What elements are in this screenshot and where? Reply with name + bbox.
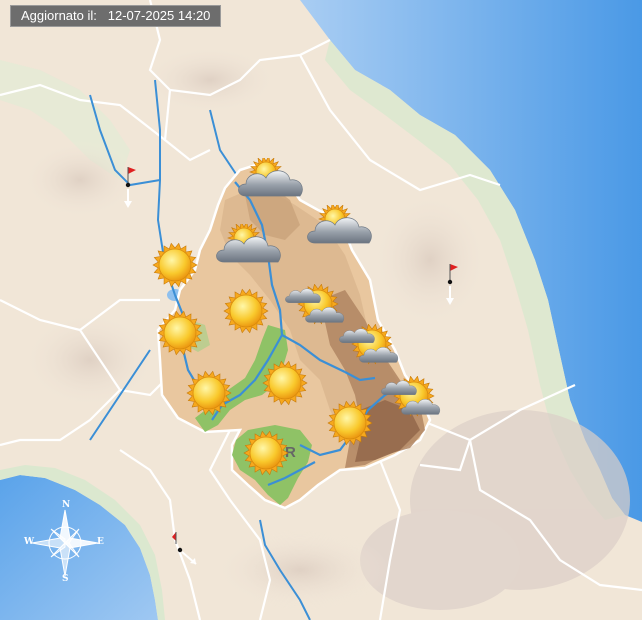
last-updated-banner: Aggiornato il: 12-07-2025 14:20 (10, 5, 222, 27)
compass-south: S (62, 574, 69, 584)
wind-marker-south (170, 530, 200, 580)
partly-cloudy-icon (338, 323, 418, 374)
partly-cloudy-icon (380, 375, 460, 426)
sun-icon (157, 310, 203, 356)
sun-icon (186, 370, 232, 416)
cloudy-icon (214, 221, 286, 272)
sun-icon (223, 288, 269, 334)
compass-icon (31, 509, 99, 577)
compass-east: E (97, 537, 104, 547)
compass-north: N (62, 500, 71, 510)
compass-west: W (24, 537, 35, 547)
wind-marker-east (438, 262, 468, 312)
wind-marker-north (116, 165, 146, 215)
cloudy-icon (236, 155, 308, 206)
last-updated-value: 12-07-2025 14:20 (107, 8, 211, 23)
sun-icon (243, 430, 289, 476)
compass-rose: N S E W (24, 500, 106, 584)
last-updated-label: Aggiornato il: (21, 8, 97, 23)
sun-icon (152, 242, 198, 288)
weather-map: Aggiornato il: 12-07-2025 14:20 R J (0, 0, 642, 620)
cloudy-icon (305, 202, 377, 253)
sun-icon (327, 400, 373, 446)
sun-icon (262, 360, 308, 406)
